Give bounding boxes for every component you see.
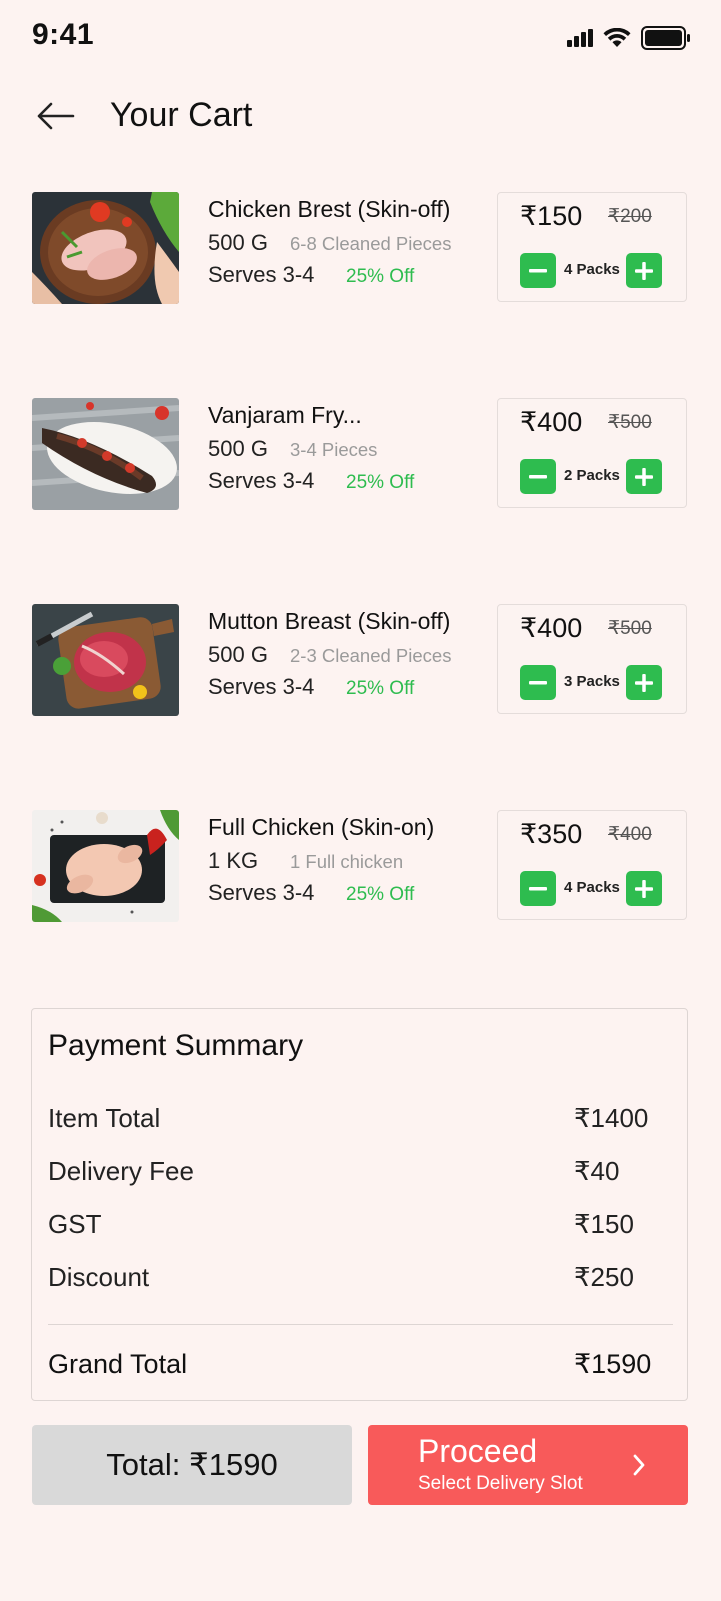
item-serves: Serves 3-4 (208, 468, 315, 493)
item-weight: 500 G (208, 642, 268, 667)
cart-item: Vanjaram Fry... 500 G 3-4 Pieces Serves … (32, 398, 688, 510)
item-discount: 25% Off (346, 472, 415, 493)
summary-value: ₹40 (574, 1156, 620, 1186)
wifi-icon (603, 28, 631, 47)
summary-label: GST (48, 1209, 102, 1239)
summary-title: Payment Summary (48, 1029, 304, 1062)
item-name: Full Chicken (Skin-on) (208, 814, 435, 840)
proceed-button[interactable]: Proceed Select Delivery Slot (368, 1425, 688, 1505)
decrease-quantity-button[interactable] (520, 253, 556, 288)
minus-icon (529, 268, 547, 272)
quantity-label: 3 Packs (564, 673, 620, 690)
item-info: Vanjaram Fry... 500 G 3-4 Pieces Serves … (208, 400, 498, 494)
status-bar: 9:41 (0, 0, 721, 76)
item-name: Chicken Brest (Skin-off) (208, 196, 451, 222)
increase-quantity-button[interactable] (626, 871, 662, 906)
minus-icon (529, 474, 547, 478)
item-discount: 25% Off (346, 884, 415, 905)
item-serves: Serves 3-4 (208, 262, 315, 287)
chevron-right-icon (633, 1454, 645, 1476)
increase-quantity-button[interactable] (626, 665, 662, 700)
quantity-label: 4 Packs (564, 261, 620, 278)
item-pieces: 1 Full chicken (290, 851, 404, 872)
back-arrow-icon (37, 102, 75, 130)
decrease-quantity-button[interactable] (520, 871, 556, 906)
item-info: Mutton Breast (Skin-off) 500 G 2-3 Clean… (208, 606, 498, 700)
item-serves: Serves 3-4 (208, 880, 315, 905)
decrease-quantity-button[interactable] (520, 665, 556, 700)
product-image-full-chicken (32, 810, 179, 922)
item-old-price: ₹500 (608, 618, 652, 639)
minus-icon (529, 886, 547, 890)
summary-label: Item Total (48, 1103, 161, 1133)
product-image-chicken-breast (32, 192, 179, 304)
item-price: ₹350 (520, 819, 583, 849)
status-icons (567, 26, 691, 50)
plus-icon (635, 261, 653, 280)
item-name: Vanjaram Fry... (208, 402, 362, 428)
item-info: Chicken Brest (Skin-off) 500 G 6-8 Clean… (208, 194, 498, 288)
item-old-price: ₹200 (608, 206, 652, 227)
summary-divider (48, 1324, 673, 1325)
summary-value: ₹1400 (574, 1103, 649, 1133)
price-box: ₹400 ₹500 2 Packs (497, 398, 687, 508)
item-old-price: ₹400 (608, 824, 652, 845)
summary-value: ₹250 (574, 1262, 634, 1292)
header: Your Cart (0, 88, 721, 148)
plus-icon (635, 879, 653, 898)
quantity-label: 2 Packs (564, 467, 620, 484)
item-name: Mutton Breast (Skin-off) (208, 608, 451, 634)
price-box: ₹350 ₹400 4 Packs (497, 810, 687, 920)
cart-item: Full Chicken (Skin-on) 1 KG 1 Full chick… (32, 810, 688, 922)
summary-label: Delivery Fee (48, 1156, 194, 1186)
summary-label: Discount (48, 1262, 150, 1292)
proceed-label: Proceed (418, 1433, 538, 1469)
increase-quantity-button[interactable] (626, 459, 662, 494)
grand-total-value: ₹1590 (574, 1349, 652, 1379)
item-price: ₹400 (520, 613, 583, 643)
item-pieces: 3-4 Pieces (290, 439, 378, 460)
back-button[interactable] (30, 94, 80, 138)
quantity-label: 4 Packs (564, 879, 620, 896)
item-price: ₹150 (520, 201, 583, 231)
product-image-vanjaram-fry (32, 398, 179, 510)
payment-summary: Payment Summary Item Total ₹1400 Deliver… (31, 1008, 688, 1401)
item-info: Full Chicken (Skin-on) 1 KG 1 Full chick… (208, 812, 498, 906)
total-display: Total: ₹1590 (32, 1425, 352, 1505)
item-old-price: ₹500 (608, 412, 652, 433)
signal-icon (567, 29, 593, 47)
item-discount: 25% Off (346, 678, 415, 699)
price-box: ₹400 ₹500 3 Packs (497, 604, 687, 714)
status-time: 9:41 (32, 18, 95, 51)
decrease-quantity-button[interactable] (520, 459, 556, 494)
item-discount: 25% Off (346, 266, 415, 287)
increase-quantity-button[interactable] (626, 253, 662, 288)
minus-icon (529, 680, 547, 684)
item-weight: 1 KG (208, 848, 259, 873)
cart-item: Mutton Breast (Skin-off) 500 G 2-3 Clean… (32, 604, 688, 716)
page-title: Your Cart (110, 96, 253, 134)
item-weight: 500 G (208, 230, 268, 255)
item-pieces: 6-8 Cleaned Pieces (290, 233, 452, 254)
cart-item: Chicken Brest (Skin-off) 500 G 6-8 Clean… (32, 192, 688, 304)
item-serves: Serves 3-4 (208, 674, 315, 699)
item-weight: 500 G (208, 436, 268, 461)
summary-value: ₹150 (574, 1209, 634, 1239)
grand-total-label: Grand Total (48, 1349, 188, 1379)
price-box: ₹150 ₹200 4 Packs (497, 192, 687, 302)
plus-icon (635, 673, 653, 692)
proceed-subtitle: Select Delivery Slot (418, 1473, 583, 1494)
battery-icon (641, 26, 690, 50)
product-image-mutton-breast (32, 604, 179, 716)
plus-icon (635, 467, 653, 486)
item-pieces: 2-3 Cleaned Pieces (290, 645, 452, 666)
item-price: ₹400 (520, 407, 583, 437)
